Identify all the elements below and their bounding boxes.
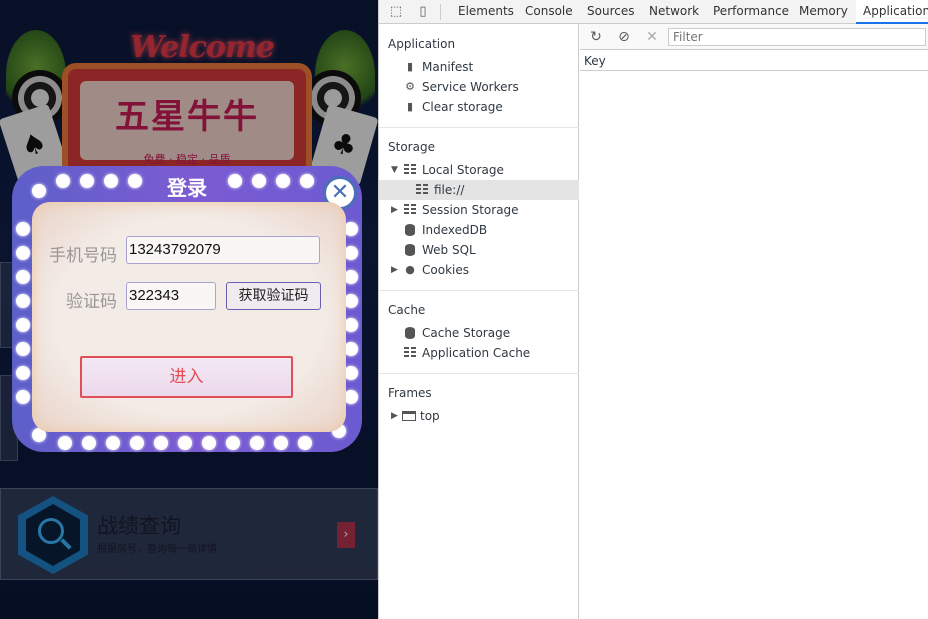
tab-memory[interactable]: Memory — [792, 0, 855, 24]
gear-icon: ⚙ — [405, 80, 415, 93]
tab-elements[interactable]: Elements — [451, 0, 521, 24]
device-toolbar-icon[interactable]: ▯ — [415, 4, 431, 20]
tab-console[interactable]: Console — [518, 0, 580, 24]
grid-icon — [404, 164, 416, 176]
database-icon — [404, 224, 416, 236]
tab-application[interactable]: Application — [856, 0, 928, 24]
sidebar-item-local-storage[interactable]: ▼ Local Storage — [379, 160, 579, 180]
tab-network[interactable]: Network — [642, 0, 706, 24]
sidebar-item-frame-top[interactable]: ▶ top — [379, 406, 579, 426]
get-code-button[interactable]: 获取验证码 — [226, 282, 321, 310]
login-dialog: 登录 ✕ 手机号码 13243792079 验证码 322343 获取验证码 进… — [12, 166, 362, 452]
triangle-down-icon[interactable]: ▼ — [391, 160, 401, 180]
inspect-element-icon[interactable]: ⬚ — [388, 4, 404, 20]
login-title: 登录 — [167, 176, 207, 200]
sidebar-item-manifest[interactable]: ▮ Manifest — [379, 57, 579, 77]
storage-toolbar: ↻ ⊘ ✕ — [580, 24, 928, 50]
tab-sources[interactable]: Sources — [580, 0, 641, 24]
phone-label: 手机号码 — [49, 246, 117, 266]
triangle-right-icon[interactable]: ▶ — [391, 200, 401, 220]
grid-icon — [416, 184, 428, 196]
sidebar-item-clear-storage[interactable]: ▮ Clear storage — [379, 97, 579, 117]
grid-icon — [404, 204, 416, 216]
sidebar-item-session-storage[interactable]: ▶ Session Storage — [379, 200, 579, 220]
triangle-right-icon[interactable]: ▶ — [391, 406, 401, 426]
document-icon: ▮ — [406, 60, 414, 73]
sidebar-item-cookies[interactable]: ▶ ● Cookies — [379, 260, 579, 280]
mobile-page: ♠ ♣ Welcome 五星牛牛 免费 · 稳定 · 品质 战绩查询 根据房号，… — [0, 0, 378, 619]
triangle-right-icon[interactable]: ▶ — [391, 260, 401, 280]
section-application-title: Application — [388, 37, 456, 51]
local-storage-view: ↻ ⊘ ✕ Key — [580, 24, 928, 619]
sidebar-item-websql[interactable]: Web SQL — [379, 240, 579, 260]
tab-performance[interactable]: Performance — [706, 0, 796, 24]
database-icon — [404, 244, 416, 256]
section-storage-title: Storage — [388, 140, 435, 154]
grid-icon — [404, 347, 416, 359]
login-form: 手机号码 13243792079 验证码 322343 获取验证码 进入 — [32, 202, 346, 432]
delete-selected-icon[interactable]: ✕ — [643, 28, 661, 46]
section-cache-title: Cache — [388, 303, 426, 317]
application-sidebar: Application ▮ Manifest ⚙ Service Workers… — [379, 24, 579, 619]
devtools-tab-bar: ⬚ ▯ Elements Console Sources Network Per… — [379, 0, 928, 24]
column-header-key[interactable]: Key — [580, 51, 928, 71]
sidebar-item-application-cache[interactable]: Application Cache — [379, 343, 579, 363]
trash-icon: ▮ — [406, 100, 414, 113]
sidebar-item-local-storage-file[interactable]: file:// — [379, 180, 579, 200]
cookie-icon: ● — [405, 263, 415, 276]
sidebar-item-service-workers[interactable]: ⚙ Service Workers — [379, 77, 579, 97]
filter-input[interactable] — [668, 28, 926, 46]
code-label: 验证码 — [66, 292, 117, 312]
sidebar-item-indexeddb[interactable]: IndexedDB — [379, 220, 579, 240]
frame-icon — [402, 411, 416, 421]
clear-all-icon[interactable]: ⊘ — [615, 28, 633, 46]
section-frames-title: Frames — [388, 386, 432, 400]
code-input[interactable]: 322343 — [126, 282, 216, 310]
refresh-icon[interactable]: ↻ — [587, 28, 605, 46]
devtools-panel: ⬚ ▯ Elements Console Sources Network Per… — [378, 0, 928, 619]
database-icon — [404, 327, 416, 339]
enter-button[interactable]: 进入 — [80, 356, 293, 398]
phone-input[interactable]: 13243792079 — [126, 236, 320, 264]
sidebar-item-cache-storage[interactable]: Cache Storage — [379, 323, 579, 343]
